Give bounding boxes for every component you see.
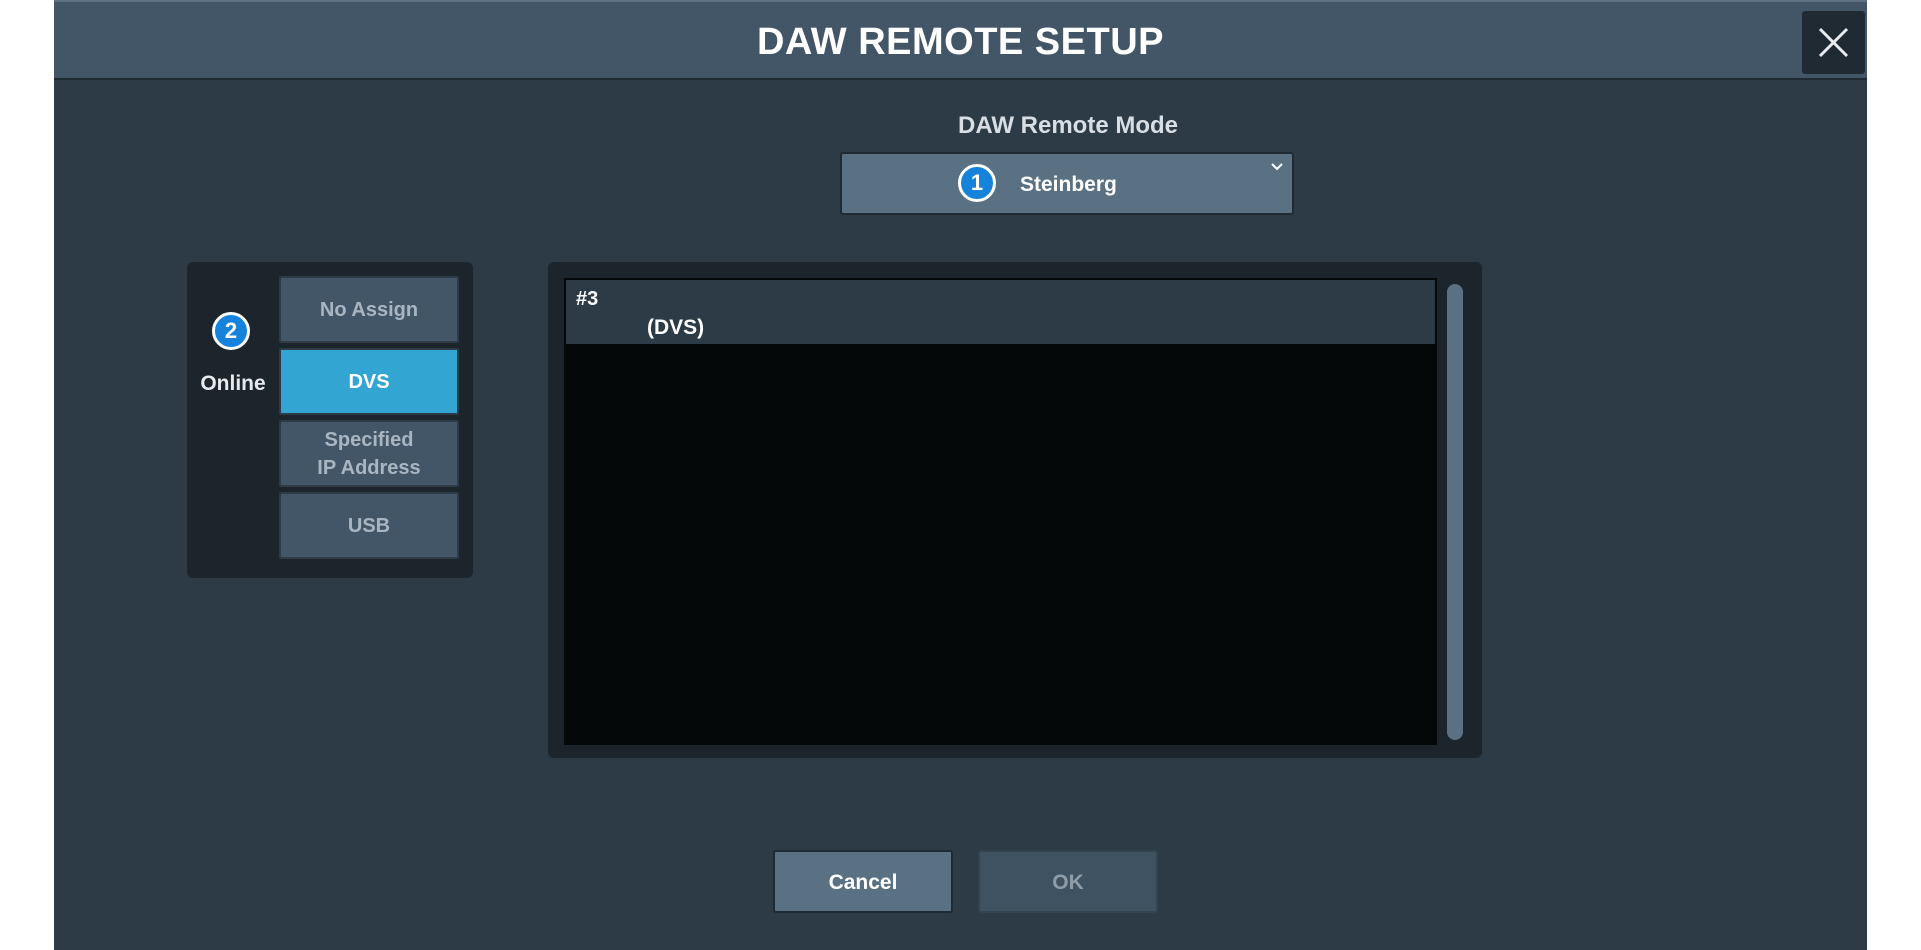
option-label-line2: IP Address xyxy=(317,456,421,479)
option-no-assign-button[interactable]: No Assign xyxy=(279,276,459,343)
option-label: DVS xyxy=(348,370,390,393)
option-specified-ip-button[interactable]: Specified IP Address xyxy=(279,420,459,487)
online-status-label: Online xyxy=(200,372,266,395)
device-id: #3 xyxy=(576,288,599,310)
daw-remote-setup-dialog: DAW REMOTE SETUP DAW Remote Mode 1 Stein… xyxy=(54,0,1867,950)
device-name: (DVS) xyxy=(647,316,705,339)
daw-remote-mode-select[interactable]: 1 Steinberg xyxy=(840,152,1294,215)
mode-selected-value: Steinberg xyxy=(1020,173,1117,196)
dialog-title: DAW REMOTE SETUP xyxy=(756,21,1165,63)
daw-remote-mode-label: DAW Remote Mode xyxy=(957,112,1178,139)
option-label-line1: Specified xyxy=(324,428,414,451)
option-label: No Assign xyxy=(319,298,419,321)
close-icon xyxy=(1818,27,1849,58)
connection-panel: 2 Online No Assign DVS Specified IP Addr… xyxy=(187,262,473,578)
ok-button[interactable]: OK xyxy=(978,850,1158,913)
device-list[interactable]: #3 (DVS) xyxy=(564,278,1437,745)
callout-badge-1: 1 xyxy=(958,164,996,202)
title-bar: DAW REMOTE SETUP xyxy=(54,0,1867,80)
chevron-down-icon xyxy=(1271,163,1283,171)
option-usb-button[interactable]: USB xyxy=(279,492,459,559)
close-button[interactable] xyxy=(1802,11,1865,74)
callout-badge-2: 2 xyxy=(212,312,250,350)
device-list-scrollbar[interactable] xyxy=(1447,284,1463,740)
device-list-panel: #3 (DVS) xyxy=(548,262,1482,758)
list-item[interactable]: #3 (DVS) xyxy=(566,280,1435,344)
option-label: USB xyxy=(347,514,391,537)
cancel-button[interactable]: Cancel xyxy=(773,850,953,913)
option-dvs-button[interactable]: DVS xyxy=(279,348,459,415)
